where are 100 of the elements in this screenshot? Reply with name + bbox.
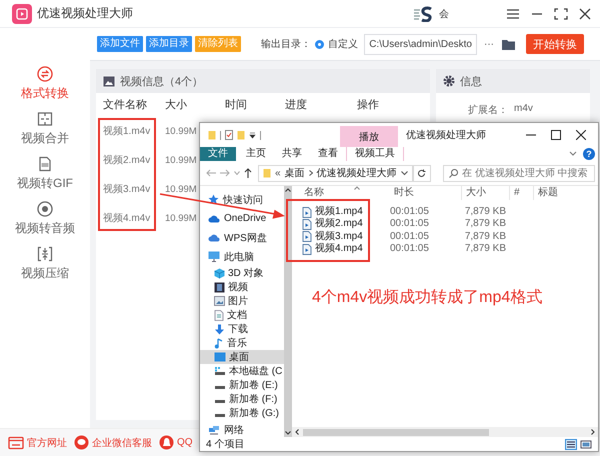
star-icon xyxy=(208,194,219,205)
folder-icon xyxy=(208,130,216,140)
field-label: 扩展名： xyxy=(468,104,508,117)
sidebar-item[interactable]: 格式转换 xyxy=(19,66,71,102)
file-name-cell-text: 视频4.m4v xyxy=(102,212,152,226)
file-row-name[interactable]: 视频2.mp4 xyxy=(300,218,363,231)
column-header[interactable]: 大小 xyxy=(462,186,510,200)
nav-item[interactable]: 快速访问 xyxy=(200,190,284,209)
breadcrumb-item[interactable]: 优速视频处理大师 xyxy=(316,166,397,180)
radio-button[interactable] xyxy=(315,40,324,48)
scroll-left-icon xyxy=(295,429,299,435)
search-field[interactable]: 在 优速视频处理大师 中搜索 xyxy=(443,164,595,182)
breadcrumb-overflow[interactable]: « xyxy=(275,168,281,178)
help-button[interactable]: ? xyxy=(583,148,595,160)
file-row-name[interactable]: 视频3.mp4 xyxy=(300,230,363,244)
app-logo-icon xyxy=(12,4,32,24)
nav-item[interactable]: 桌面 xyxy=(200,350,284,364)
ribbon-tab[interactable]: 视频工具 xyxy=(346,147,404,161)
nav-item[interactable]: 此电脑 xyxy=(200,247,284,266)
nav-item[interactable]: 图片 xyxy=(200,294,284,308)
compress-icon xyxy=(37,246,53,262)
ribbon-tab[interactable]: 文件 xyxy=(200,147,236,161)
file-row-name[interactable]: 视频1.mp4 xyxy=(300,206,363,218)
nav-item[interactable]: OneDrive xyxy=(200,209,284,228)
nav-item[interactable]: 音乐 xyxy=(200,336,284,350)
chevron-right-icon xyxy=(308,170,313,176)
more-button[interactable]: ··· xyxy=(484,38,494,50)
large-icons-view-icon xyxy=(580,438,592,450)
up-arrow-icon xyxy=(244,168,252,178)
ribbon-tab[interactable]: 主页 xyxy=(238,147,274,161)
music-note-icon xyxy=(214,338,224,348)
horizontal-scrollbar[interactable] xyxy=(292,427,598,437)
scroll-right-icon xyxy=(591,429,595,435)
cloud-icon xyxy=(208,233,220,242)
merge-icon xyxy=(37,111,53,127)
footer-link[interactable]: QQ xyxy=(177,437,193,448)
scrollbar[interactable] xyxy=(284,186,292,437)
sidebar-item[interactable]: 视频压缩 xyxy=(19,246,71,282)
column-header[interactable]: # xyxy=(510,186,534,200)
chat-icon xyxy=(74,435,89,450)
output-path-field[interactable]: C:\Users\admin\Deskto xyxy=(364,34,477,54)
image-icon xyxy=(103,76,115,86)
context-tab-header: 播放 xyxy=(340,126,398,147)
nav-item[interactable]: 网络 xyxy=(200,420,284,437)
column-header[interactable]: 标题 xyxy=(534,186,598,200)
nav-item[interactable]: 3D 对象 xyxy=(200,266,284,280)
website-icon xyxy=(8,436,24,450)
video-file-icon xyxy=(302,219,312,230)
breadcrumb-item[interactable]: 桌面 xyxy=(284,166,305,180)
address-bar[interactable]: « 桌面 优速视频处理大师 xyxy=(258,164,413,182)
size-cell-text: 10.99M xyxy=(164,183,197,197)
refresh-button[interactable] xyxy=(412,164,431,182)
duration-cell-text: 00:01:05 xyxy=(390,243,430,256)
size-cell-text: 7,879 KB xyxy=(464,218,507,231)
sidebar-item[interactable]: 视频合并 xyxy=(19,111,71,147)
size-cell-text: 7,879 KB xyxy=(464,206,507,218)
panel-title: 视频信息（4个） xyxy=(120,74,204,88)
status-text: 4 个项目 xyxy=(206,438,244,451)
cloud-icon xyxy=(208,214,220,223)
duration-cell-text: 00:01:05 xyxy=(390,218,430,231)
picture-icon xyxy=(214,296,225,306)
size-cell-text: 10.99M xyxy=(164,125,197,139)
column-header: 操作 xyxy=(356,98,380,113)
footer-link[interactable]: 企业微信客服 xyxy=(92,436,152,450)
nav-item[interactable]: 新加卷 (G:) xyxy=(200,406,284,420)
ribbon-tab[interactable]: 查看 xyxy=(310,147,346,161)
forward-arrow-icon xyxy=(220,169,230,177)
start-button[interactable]: 开始转换 xyxy=(526,34,584,54)
column-header: 大小 xyxy=(164,98,188,113)
nav-item[interactable]: 新加卷 (F:) xyxy=(200,392,284,406)
maximize-icon xyxy=(551,130,561,140)
document-icon xyxy=(214,310,224,320)
back-arrow-icon xyxy=(206,169,216,177)
file-name-cell-text: 视频3.m4v xyxy=(102,182,152,197)
nav-item[interactable]: 新加卷 (E:) xyxy=(200,378,284,392)
nav-item[interactable]: 视频 xyxy=(200,280,284,294)
footer-link[interactable]: 官方网址 xyxy=(27,436,67,450)
nav-item[interactable]: 本地磁盘 (C xyxy=(200,364,284,378)
nav-item[interactable]: 下载 xyxy=(200,322,284,336)
brand-logo-icon xyxy=(413,6,433,22)
scroll-up-icon xyxy=(285,188,291,192)
column-header[interactable]: 名称 xyxy=(300,186,328,200)
audio-disc-icon xyxy=(37,201,53,217)
ribbon-tab[interactable]: 共享 xyxy=(274,147,310,161)
sidebar-item[interactable]: 视频转音频 xyxy=(13,201,77,237)
column-header: 进度 xyxy=(284,98,308,113)
folder-icon xyxy=(501,38,516,50)
column-header[interactable]: 时长 xyxy=(390,186,462,200)
file-name-cell-text: 视频1.m4v xyxy=(102,124,152,139)
vip-label: 会 xyxy=(439,8,449,20)
video-file-icon xyxy=(302,206,312,218)
folder-icon xyxy=(237,130,245,140)
column-header: 时间 xyxy=(224,98,248,113)
properties-icon xyxy=(225,130,233,140)
nav-item[interactable]: WPS网盘 xyxy=(200,228,284,247)
output-label: 输出目录： xyxy=(261,38,312,51)
file-row-name[interactable]: 视频4.mp4 xyxy=(300,243,363,256)
nav-item[interactable]: 文档 xyxy=(200,308,284,322)
sidebar-item[interactable]: 视频转GIF xyxy=(15,156,75,192)
film-icon xyxy=(214,282,225,292)
